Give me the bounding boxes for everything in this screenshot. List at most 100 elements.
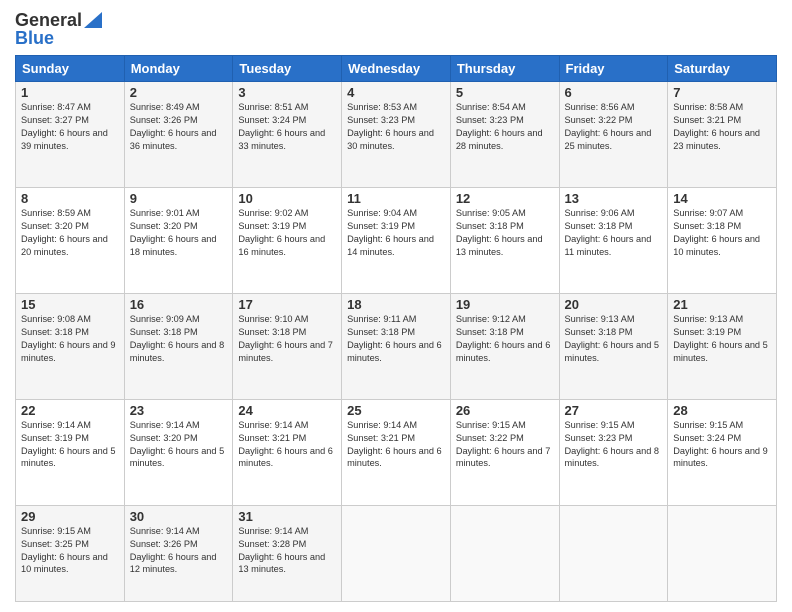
- day-info: Sunrise: 9:15 AMSunset: 3:22 PMDaylight:…: [456, 419, 554, 471]
- calendar-cell: 1Sunrise: 8:47 AMSunset: 3:27 PMDaylight…: [16, 82, 125, 188]
- day-number: 21: [673, 297, 771, 312]
- day-number: 1: [21, 85, 119, 100]
- calendar-cell: 16Sunrise: 9:09 AMSunset: 3:18 PMDayligh…: [124, 293, 233, 399]
- day-number: 6: [565, 85, 663, 100]
- day-info: Sunrise: 9:15 AMSunset: 3:25 PMDaylight:…: [21, 525, 119, 577]
- calendar-cell: 12Sunrise: 9:05 AMSunset: 3:18 PMDayligh…: [450, 187, 559, 293]
- page: General Blue SundayMondayTuesdayWednesda…: [0, 0, 792, 612]
- calendar-cell: 20Sunrise: 9:13 AMSunset: 3:18 PMDayligh…: [559, 293, 668, 399]
- calendar-cell: 24Sunrise: 9:14 AMSunset: 3:21 PMDayligh…: [233, 399, 342, 505]
- day-info: Sunrise: 9:13 AMSunset: 3:19 PMDaylight:…: [673, 313, 771, 365]
- calendar-cell: [450, 505, 559, 601]
- day-number: 18: [347, 297, 445, 312]
- day-info: Sunrise: 9:09 AMSunset: 3:18 PMDaylight:…: [130, 313, 228, 365]
- calendar-cell: 19Sunrise: 9:12 AMSunset: 3:18 PMDayligh…: [450, 293, 559, 399]
- day-info: Sunrise: 9:02 AMSunset: 3:19 PMDaylight:…: [238, 207, 336, 259]
- calendar-cell: [342, 505, 451, 601]
- day-number: 15: [21, 297, 119, 312]
- day-info: Sunrise: 9:15 AMSunset: 3:24 PMDaylight:…: [673, 419, 771, 471]
- weekday-header: Friday: [559, 56, 668, 82]
- day-info: Sunrise: 9:08 AMSunset: 3:18 PMDaylight:…: [21, 313, 119, 365]
- calendar-cell: 5Sunrise: 8:54 AMSunset: 3:23 PMDaylight…: [450, 82, 559, 188]
- day-number: 28: [673, 403, 771, 418]
- day-number: 2: [130, 85, 228, 100]
- calendar-cell: 7Sunrise: 8:58 AMSunset: 3:21 PMDaylight…: [668, 82, 777, 188]
- header: General Blue: [15, 10, 777, 49]
- calendar-cell: 22Sunrise: 9:14 AMSunset: 3:19 PMDayligh…: [16, 399, 125, 505]
- day-info: Sunrise: 8:51 AMSunset: 3:24 PMDaylight:…: [238, 101, 336, 153]
- calendar-cell: 9Sunrise: 9:01 AMSunset: 3:20 PMDaylight…: [124, 187, 233, 293]
- calendar-cell: 27Sunrise: 9:15 AMSunset: 3:23 PMDayligh…: [559, 399, 668, 505]
- calendar-table: SundayMondayTuesdayWednesdayThursdayFrid…: [15, 55, 777, 602]
- calendar-cell: 23Sunrise: 9:14 AMSunset: 3:20 PMDayligh…: [124, 399, 233, 505]
- logo-triangle-icon: [84, 12, 102, 28]
- calendar-cell: 28Sunrise: 9:15 AMSunset: 3:24 PMDayligh…: [668, 399, 777, 505]
- day-info: Sunrise: 8:58 AMSunset: 3:21 PMDaylight:…: [673, 101, 771, 153]
- day-number: 3: [238, 85, 336, 100]
- calendar-cell: 3Sunrise: 8:51 AMSunset: 3:24 PMDaylight…: [233, 82, 342, 188]
- day-number: 4: [347, 85, 445, 100]
- day-info: Sunrise: 9:14 AMSunset: 3:26 PMDaylight:…: [130, 525, 228, 577]
- calendar-cell: 29Sunrise: 9:15 AMSunset: 3:25 PMDayligh…: [16, 505, 125, 601]
- calendar-cell: 21Sunrise: 9:13 AMSunset: 3:19 PMDayligh…: [668, 293, 777, 399]
- logo-blue-text: Blue: [15, 28, 54, 49]
- day-info: Sunrise: 9:01 AMSunset: 3:20 PMDaylight:…: [130, 207, 228, 259]
- weekday-header: Thursday: [450, 56, 559, 82]
- calendar-cell: 6Sunrise: 8:56 AMSunset: 3:22 PMDaylight…: [559, 82, 668, 188]
- day-info: Sunrise: 8:49 AMSunset: 3:26 PMDaylight:…: [130, 101, 228, 153]
- day-info: Sunrise: 8:59 AMSunset: 3:20 PMDaylight:…: [21, 207, 119, 259]
- calendar-cell: 8Sunrise: 8:59 AMSunset: 3:20 PMDaylight…: [16, 187, 125, 293]
- day-number: 29: [21, 509, 119, 524]
- calendar-cell: 25Sunrise: 9:14 AMSunset: 3:21 PMDayligh…: [342, 399, 451, 505]
- calendar-cell: 15Sunrise: 9:08 AMSunset: 3:18 PMDayligh…: [16, 293, 125, 399]
- day-info: Sunrise: 9:11 AMSunset: 3:18 PMDaylight:…: [347, 313, 445, 365]
- day-info: Sunrise: 9:14 AMSunset: 3:28 PMDaylight:…: [238, 525, 336, 577]
- day-info: Sunrise: 9:07 AMSunset: 3:18 PMDaylight:…: [673, 207, 771, 259]
- day-number: 20: [565, 297, 663, 312]
- day-info: Sunrise: 9:10 AMSunset: 3:18 PMDaylight:…: [238, 313, 336, 365]
- calendar-cell: [559, 505, 668, 601]
- calendar-cell: 2Sunrise: 8:49 AMSunset: 3:26 PMDaylight…: [124, 82, 233, 188]
- day-number: 16: [130, 297, 228, 312]
- calendar-header-row: SundayMondayTuesdayWednesdayThursdayFrid…: [16, 56, 777, 82]
- calendar-cell: 13Sunrise: 9:06 AMSunset: 3:18 PMDayligh…: [559, 187, 668, 293]
- calendar-cell: 26Sunrise: 9:15 AMSunset: 3:22 PMDayligh…: [450, 399, 559, 505]
- day-info: Sunrise: 9:06 AMSunset: 3:18 PMDaylight:…: [565, 207, 663, 259]
- day-number: 26: [456, 403, 554, 418]
- day-number: 22: [21, 403, 119, 418]
- day-number: 7: [673, 85, 771, 100]
- calendar-cell: 11Sunrise: 9:04 AMSunset: 3:19 PMDayligh…: [342, 187, 451, 293]
- day-info: Sunrise: 9:13 AMSunset: 3:18 PMDaylight:…: [565, 313, 663, 365]
- day-number: 31: [238, 509, 336, 524]
- weekday-header: Saturday: [668, 56, 777, 82]
- weekday-header: Tuesday: [233, 56, 342, 82]
- calendar-cell: 30Sunrise: 9:14 AMSunset: 3:26 PMDayligh…: [124, 505, 233, 601]
- calendar-cell: 17Sunrise: 9:10 AMSunset: 3:18 PMDayligh…: [233, 293, 342, 399]
- calendar-cell: 10Sunrise: 9:02 AMSunset: 3:19 PMDayligh…: [233, 187, 342, 293]
- day-info: Sunrise: 9:12 AMSunset: 3:18 PMDaylight:…: [456, 313, 554, 365]
- day-number: 11: [347, 191, 445, 206]
- calendar-cell: 31Sunrise: 9:14 AMSunset: 3:28 PMDayligh…: [233, 505, 342, 601]
- weekday-header: Monday: [124, 56, 233, 82]
- day-number: 14: [673, 191, 771, 206]
- day-number: 25: [347, 403, 445, 418]
- day-info: Sunrise: 9:14 AMSunset: 3:20 PMDaylight:…: [130, 419, 228, 471]
- day-info: Sunrise: 8:47 AMSunset: 3:27 PMDaylight:…: [21, 101, 119, 153]
- day-info: Sunrise: 9:14 AMSunset: 3:21 PMDaylight:…: [347, 419, 445, 471]
- day-number: 8: [21, 191, 119, 206]
- calendar-cell: 4Sunrise: 8:53 AMSunset: 3:23 PMDaylight…: [342, 82, 451, 188]
- day-info: Sunrise: 9:05 AMSunset: 3:18 PMDaylight:…: [456, 207, 554, 259]
- day-number: 13: [565, 191, 663, 206]
- day-info: Sunrise: 9:14 AMSunset: 3:21 PMDaylight:…: [238, 419, 336, 471]
- day-number: 23: [130, 403, 228, 418]
- day-number: 12: [456, 191, 554, 206]
- day-info: Sunrise: 8:54 AMSunset: 3:23 PMDaylight:…: [456, 101, 554, 153]
- weekday-header: Wednesday: [342, 56, 451, 82]
- day-number: 24: [238, 403, 336, 418]
- day-number: 19: [456, 297, 554, 312]
- day-info: Sunrise: 9:04 AMSunset: 3:19 PMDaylight:…: [347, 207, 445, 259]
- day-info: Sunrise: 9:14 AMSunset: 3:19 PMDaylight:…: [21, 419, 119, 471]
- day-info: Sunrise: 8:53 AMSunset: 3:23 PMDaylight:…: [347, 101, 445, 153]
- day-number: 30: [130, 509, 228, 524]
- calendar-cell: 18Sunrise: 9:11 AMSunset: 3:18 PMDayligh…: [342, 293, 451, 399]
